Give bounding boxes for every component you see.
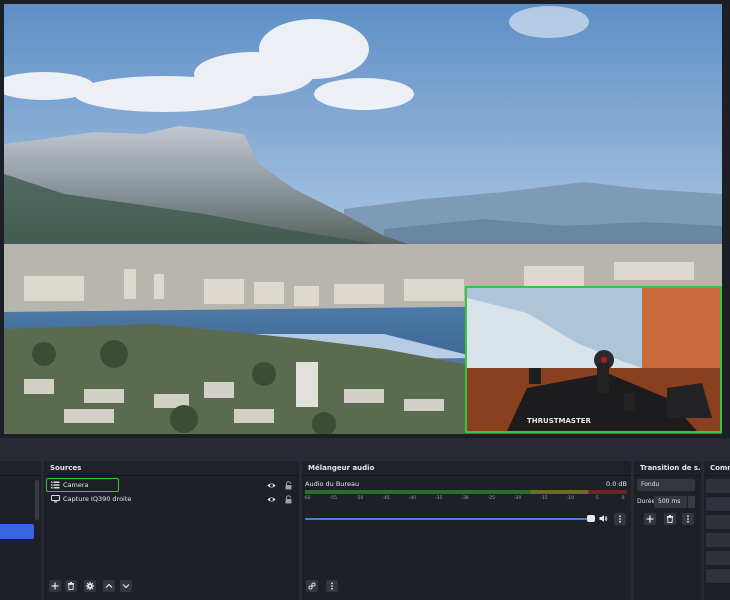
control-button[interactable] — [706, 551, 730, 565]
kebab-menu-icon[interactable] — [682, 513, 694, 525]
camera-source-overlay[interactable]: THRUSTMASTER — [465, 286, 722, 433]
controls-dock: Comm — [704, 461, 730, 600]
scene-transitions-dock-title: Transition de s… — [634, 461, 701, 476]
meter-scale-tick: -5 — [594, 496, 599, 501]
kebab-menu-icon[interactable] — [614, 513, 626, 525]
meter-scale-tick: -10 — [566, 496, 575, 501]
scenes-dock-title — [0, 461, 41, 476]
source-item-label: Camera — [63, 481, 89, 489]
scene-transitions-dock: Transition de s… Fondu Durée 500 ms — [634, 461, 701, 600]
meter-scale-tick: -45 — [382, 496, 390, 501]
meter-scale-tick: -50 — [355, 496, 364, 501]
meter-scale-tick: -15 — [540, 496, 548, 501]
scenes-scrollbar[interactable] — [35, 480, 39, 520]
control-button[interactable] — [706, 569, 730, 583]
source-item[interactable]: Capture IQ390 droite — [47, 492, 293, 506]
meter-scale-tick: -30 — [461, 496, 469, 501]
control-button[interactable] — [706, 515, 730, 529]
meter-scale-tick: -25 — [487, 496, 496, 501]
trash-icon[interactable] — [664, 513, 676, 525]
controls-dock-title: Comm — [704, 461, 730, 476]
audio-mixer-dock-title: Mélangeur audio — [302, 461, 631, 476]
link-icon[interactable] — [306, 580, 318, 592]
eye-icon[interactable] — [267, 481, 276, 490]
gear-icon[interactable] — [84, 580, 96, 592]
meter-scale-tick: -20 — [513, 496, 522, 501]
transition-type-select[interactable]: Fondu — [637, 479, 695, 491]
camera-feed-image: THRUSTMASTER — [467, 288, 720, 431]
lock-icon[interactable] — [284, 480, 293, 490]
svg-text:THRUSTMASTER: THRUSTMASTER — [527, 417, 592, 425]
monitor-icon — [51, 495, 60, 503]
volume-meter — [305, 490, 627, 494]
audio-channel-level: 0.0 dB — [606, 480, 627, 488]
meter-scale-tick: -60 — [303, 496, 311, 501]
meter-scale-tick: -55 — [329, 496, 338, 501]
audio-mixer-dock: Mélangeur audio Audio du Bureau 0.0 dB -… — [302, 461, 631, 600]
scene-item-selected[interactable] — [0, 524, 34, 539]
volume-slider-handle[interactable] — [587, 515, 595, 522]
sources-dock-title: Sources — [44, 461, 299, 476]
preview-area[interactable]: THRUSTMASTER — [0, 0, 730, 438]
speaker-icon[interactable] — [599, 514, 608, 523]
volume-meter-scale: -60 -55 -50 -45 -40 -35 -30 -25 -20 -15 -10 -5 0 — [303, 496, 627, 504]
duration-spinner[interactable] — [688, 496, 695, 508]
source-item[interactable]: Camera — [47, 478, 293, 492]
trash-icon[interactable] — [65, 580, 77, 592]
kebab-menu-icon[interactable] — [326, 580, 338, 592]
sources-dock: Sources Camera Capture IQ390 droite — [44, 461, 299, 600]
meter-scale-tick: 0 — [621, 496, 625, 501]
control-button[interactable] — [706, 533, 730, 547]
eye-icon[interactable] — [267, 495, 276, 504]
audio-channel-name: Audio du Bureau — [305, 480, 360, 488]
scenes-dock — [0, 461, 41, 600]
duration-label: Durée — [637, 498, 656, 505]
meter-scale-tick: -40 — [408, 496, 417, 501]
add-source-button[interactable] — [49, 580, 61, 592]
lock-icon[interactable] — [284, 494, 293, 504]
add-transition-button[interactable] — [644, 513, 656, 525]
duration-input[interactable]: 500 ms — [654, 496, 687, 508]
meter-scale-tick: -35 — [434, 496, 443, 501]
control-button[interactable] — [706, 497, 730, 511]
move-up-button[interactable] — [103, 580, 115, 592]
move-down-button[interactable] — [120, 580, 132, 592]
volume-slider[interactable] — [305, 518, 593, 520]
source-item-label: Capture IQ390 droite — [63, 495, 132, 503]
control-button[interactable] — [706, 479, 730, 493]
list-icon — [51, 481, 60, 489]
